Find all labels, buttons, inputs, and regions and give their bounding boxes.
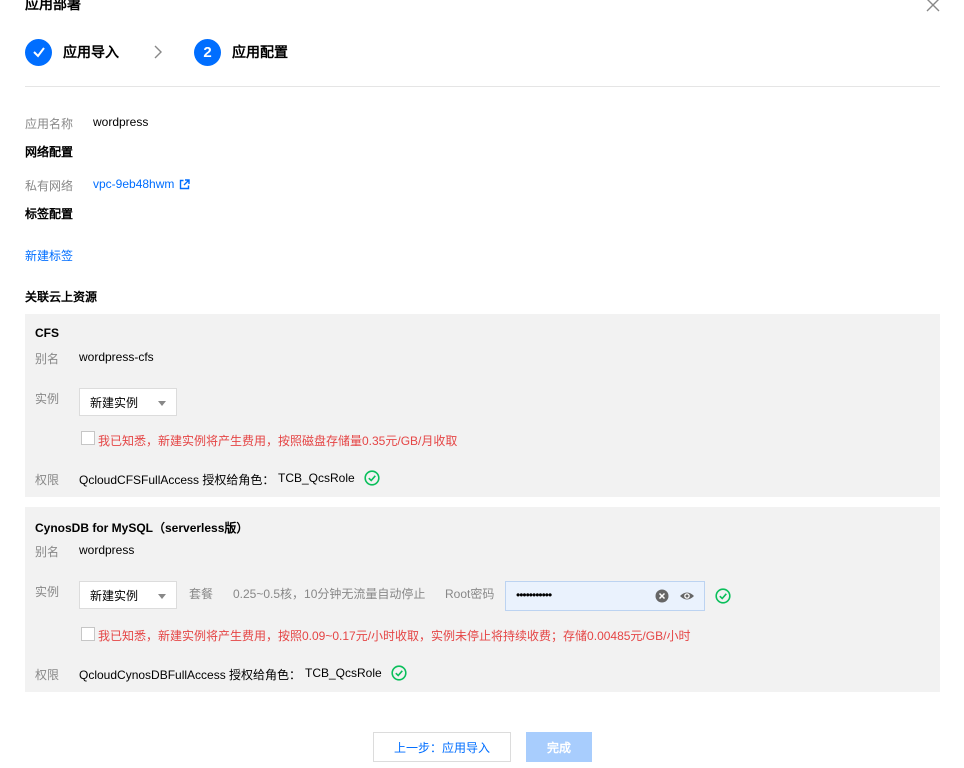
step-indicator: 应用导入 2 应用配置 [25, 38, 288, 66]
cynosdb-ack-checkbox[interactable] [81, 627, 95, 641]
resources-section-title: 关联云上资源 [25, 290, 98, 304]
cynosdb-instance-select-value: 新建实例 [90, 588, 139, 603]
cynosdb-alias-label: 别名 [35, 545, 60, 559]
cfs-alias-value: wordpress-cfs [79, 350, 154, 364]
cfs-panel: CFS 别名 wordpress-cfs 实例 新建实例 我已知悉，新建实例将产… [25, 314, 940, 497]
app-name-value: wordpress [93, 115, 149, 129]
cfs-title: CFS [35, 326, 59, 340]
root-password-value[interactable]: ••••••••••• [516, 588, 552, 602]
cynosdb-plan-value: 0.25~0.5核，10分钟无流量自动停止 [233, 587, 426, 601]
check-circle-icon [391, 665, 407, 681]
cynosdb-ack-text: 我已知悉，新建实例将产生费用，按照0.09~0.17元/小时收取，实例未停止将持… [98, 629, 691, 643]
close-icon[interactable] [925, 0, 941, 13]
app-name-label: 应用名称 [25, 117, 74, 131]
network-section-title: 网络配置 [25, 145, 74, 159]
cynosdb-instance-label: 实例 [35, 585, 60, 599]
cfs-instance-label: 实例 [35, 392, 60, 406]
cynosdb-instance-select[interactable]: 新建实例 [79, 581, 177, 609]
vpc-link-text[interactable]: vpc-9eb48hwm [93, 177, 174, 191]
cfs-perm-label: 权限 [35, 473, 60, 487]
caret-down-icon [158, 401, 166, 406]
cynosdb-panel: CynosDB for MySQL（serverless版） 别名 wordpr… [25, 507, 940, 692]
cynosdb-alias-value: wordpress [79, 543, 135, 557]
external-link-icon[interactable] [179, 178, 191, 190]
cynosdb-perm-label: 权限 [35, 668, 60, 682]
divider [25, 86, 940, 87]
prev-step-button[interactable]: 上一步：应用导入 [373, 732, 511, 762]
cfs-ack-text: 我已知悉，新建实例将产生费用，按照磁盘存储量0.35元/GB/月收取 [98, 434, 458, 448]
dialog-title: 应用部署 [25, 0, 81, 12]
vpc-label: 私有网络 [25, 179, 74, 193]
cynosdb-perm-text: QcloudCynosDBFullAccess 授权给角色： [79, 668, 302, 682]
caret-down-icon [158, 594, 166, 599]
step-done-icon [25, 38, 52, 66]
root-password-input[interactable]: ••••••••••• [505, 581, 705, 611]
cynosdb-plan-label: 套餐 [189, 587, 214, 601]
cynosdb-title: CynosDB for MySQL（serverless版） [35, 521, 249, 535]
vpc-link[interactable]: vpc-9eb48hwm [93, 177, 191, 191]
check-circle-icon [364, 470, 380, 486]
step-number-badge: 2 [194, 38, 221, 66]
check-circle-icon [715, 588, 731, 604]
clear-icon[interactable] [655, 589, 669, 603]
step-label-config: 应用配置 [232, 44, 288, 60]
tags-section-title: 标签配置 [25, 207, 74, 221]
cfs-alias-label: 别名 [35, 352, 60, 366]
cfs-perm-text: QcloudCFSFullAccess 授权给角色： [79, 473, 275, 487]
finish-button[interactable]: 完成 [526, 732, 592, 762]
cfs-instance-select[interactable]: 新建实例 [79, 388, 177, 416]
cfs-instance-select-value: 新建实例 [90, 395, 139, 410]
root-password-label: Root密码 [445, 587, 495, 601]
chevron-right-icon [154, 45, 162, 59]
cfs-perm-role: TCB_QcsRole [278, 471, 355, 485]
eye-icon[interactable] [679, 589, 695, 603]
new-tag-link[interactable]: 新建标签 [25, 247, 73, 264]
step-label-import: 应用导入 [63, 44, 119, 60]
cfs-ack-checkbox[interactable] [81, 431, 95, 445]
cynosdb-perm-role: TCB_QcsRole [305, 666, 382, 680]
